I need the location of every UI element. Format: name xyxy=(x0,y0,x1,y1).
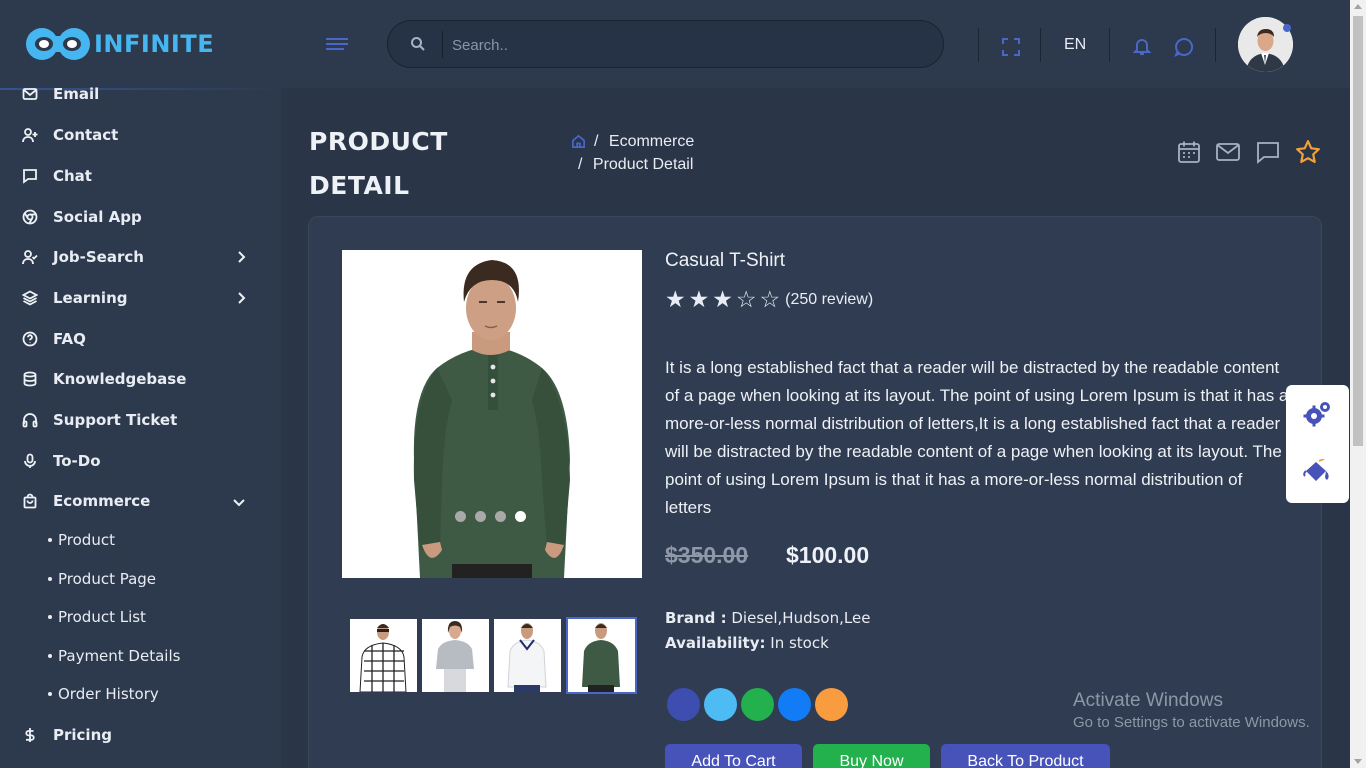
chevron-right-icon xyxy=(236,250,246,269)
scroll-up-arrow-icon[interactable] xyxy=(1354,4,1362,9)
product-thumbnail-4[interactable] xyxy=(566,617,637,694)
old-price: $350.00 xyxy=(665,542,749,568)
shopping-bag-icon xyxy=(20,491,40,511)
sidebar-item-contact[interactable]: Contact xyxy=(20,120,260,150)
dollar-icon xyxy=(20,725,40,745)
settings-gears-icon[interactable] xyxy=(1302,399,1332,434)
search-icon xyxy=(410,36,426,57)
scroll-thumb[interactable] xyxy=(1353,16,1363,446)
carousel-dot-2[interactable] xyxy=(475,511,486,522)
scroll-down-arrow-icon[interactable] xyxy=(1354,759,1362,764)
search-box[interactable] xyxy=(387,20,944,68)
carousel-dot-4[interactable] xyxy=(515,511,526,522)
back-to-product-button[interactable]: Back To Product xyxy=(941,744,1110,768)
product-availability: Availability: In stock xyxy=(665,634,829,652)
bell-icon[interactable] xyxy=(1132,36,1152,61)
breadcrumb-ecommerce[interactable]: Ecommerce xyxy=(609,133,694,150)
search-input[interactable] xyxy=(452,32,922,58)
sidebar-subitem-order-history[interactable]: Order History xyxy=(48,682,159,706)
add-to-cart-button[interactable]: Add To Cart xyxy=(665,744,802,768)
color-swatch[interactable] xyxy=(815,688,848,721)
fullscreen-icon[interactable] xyxy=(1001,37,1021,62)
sidebar-item-chat[interactable]: Chat xyxy=(20,161,260,191)
color-swatch[interactable] xyxy=(704,688,737,721)
brand-name: INFINITE xyxy=(94,30,215,58)
windows-activation-title: Activate Windows xyxy=(1073,690,1223,711)
color-swatch[interactable] xyxy=(667,688,700,721)
user-plus-icon xyxy=(20,125,40,145)
product-brand: Brand : Diesel,Hudson,Lee xyxy=(665,609,871,627)
online-status-dot xyxy=(1283,24,1291,32)
color-swatch[interactable] xyxy=(778,688,811,721)
sidebar-item-email[interactable]: Email xyxy=(20,79,260,109)
menu-icon[interactable] xyxy=(326,38,348,54)
sidebar-item-to-do[interactable]: To-Do xyxy=(20,446,260,476)
mail-icon xyxy=(20,84,40,104)
sidebar-subitem-product-list[interactable]: Product List xyxy=(48,605,146,629)
product-thumbnail-3[interactable] xyxy=(494,619,561,692)
windows-activation-subtitle: Go to Settings to activate Windows. xyxy=(1073,714,1310,731)
chevron-right-icon xyxy=(236,291,246,310)
star-empty-icon: ☆ xyxy=(759,287,781,313)
star-filled-icon: ★ xyxy=(665,287,686,313)
sidebar-item-faq[interactable]: FAQ xyxy=(20,324,260,354)
page-title: PRODUCT DETAIL xyxy=(309,127,448,200)
comment-icon[interactable] xyxy=(1256,140,1280,169)
product-thumbnail-1[interactable] xyxy=(350,619,417,692)
headphones-icon xyxy=(20,410,40,430)
review-count: (250 review) xyxy=(785,291,874,308)
chat-bubble-icon[interactable] xyxy=(1174,37,1194,62)
breadcrumb: / Ecommerce xyxy=(594,133,695,150)
product-title: Casual T-Shirt xyxy=(665,250,786,271)
product-main-image[interactable] xyxy=(342,250,642,578)
database-icon xyxy=(20,369,40,389)
sidebar-subitem-payment-details[interactable]: Payment Details xyxy=(48,644,180,668)
color-swatches xyxy=(667,688,852,721)
sidebar-item-job-search[interactable]: Job-Search xyxy=(20,242,260,272)
sidebar-item-learning[interactable]: Learning xyxy=(20,283,260,313)
buy-now-button[interactable]: Buy Now xyxy=(813,744,930,768)
carousel-dots xyxy=(455,511,535,522)
calendar-icon[interactable] xyxy=(1177,140,1201,169)
product-description: It is a long established fact that a rea… xyxy=(665,358,1289,517)
star-filled-icon: ★ xyxy=(688,287,710,313)
page-scrollbar[interactable] xyxy=(1350,0,1366,768)
chat-icon xyxy=(20,166,40,186)
mic-icon xyxy=(20,451,40,471)
product-thumbnail-2[interactable] xyxy=(422,619,489,692)
breadcrumb-current: / Product Detail xyxy=(578,156,694,173)
top-header: INFINITE EN xyxy=(0,0,1350,88)
current-price: $100.00 xyxy=(786,542,870,568)
user-check-icon xyxy=(20,247,40,267)
sidebar-subitem-product-page[interactable]: Product Page xyxy=(48,567,156,591)
brand-logo[interactable]: INFINITE xyxy=(24,26,214,62)
layers-icon xyxy=(20,288,40,308)
sidebar-item-social-app[interactable]: Social App xyxy=(20,202,260,232)
help-circle-icon xyxy=(20,329,40,349)
mail-icon[interactable] xyxy=(1215,140,1241,169)
carousel-dot-3[interactable] xyxy=(495,511,506,522)
product-rating: ★ ★ ★ ☆ ☆ (250 review) xyxy=(665,288,873,312)
star-filled-icon: ★ xyxy=(712,287,733,313)
infinity-logo-icon xyxy=(24,26,92,62)
floating-settings-panel xyxy=(1286,385,1349,503)
chevron-down-icon xyxy=(232,495,246,513)
paint-bucket-icon[interactable] xyxy=(1302,458,1332,490)
sidebar-item-ecommerce[interactable]: Ecommerce xyxy=(20,486,260,516)
language-selector[interactable]: EN xyxy=(1064,36,1086,54)
carousel-dot-1[interactable] xyxy=(455,511,466,522)
chrome-icon xyxy=(20,207,40,227)
sidebar-item-knowledgebase[interactable]: Knowledgebase xyxy=(20,364,260,394)
color-swatch[interactable] xyxy=(741,688,774,721)
sidebar-item-support-ticket[interactable]: Support Ticket xyxy=(20,405,260,435)
sidebar-subitem-product[interactable]: Product xyxy=(48,528,115,552)
home-icon[interactable] xyxy=(571,134,586,154)
star-icon[interactable] xyxy=(1295,139,1321,170)
star-empty-icon: ☆ xyxy=(735,287,757,313)
sidebar-item-pricing[interactable]: Pricing xyxy=(20,720,260,750)
